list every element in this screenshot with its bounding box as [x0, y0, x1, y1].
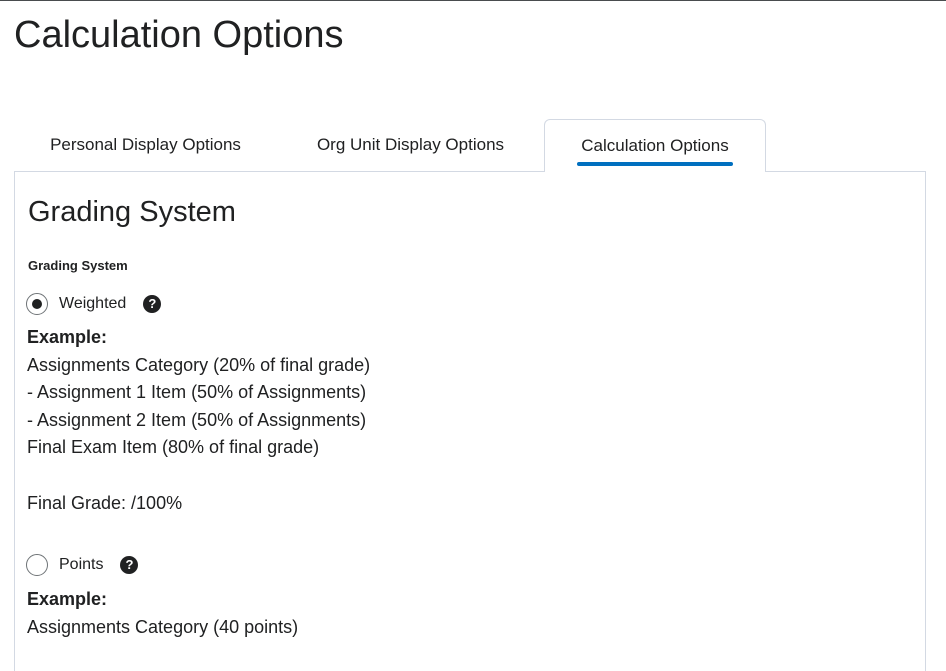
question-circle-icon[interactable]: ?	[143, 295, 162, 313]
question-circle-icon[interactable]: ?	[120, 556, 139, 574]
selected-tab-indicator	[577, 162, 733, 166]
weighted-radio-label[interactable]: Weighted	[59, 295, 126, 313]
grading-system-field-label: Grading System	[28, 258, 128, 273]
tab-label: Org Unit Display Options	[316, 135, 505, 154]
example-title: Example:	[27, 327, 108, 347]
example-line-blank	[27, 462, 370, 490]
example-line: Final Exam Item (80% of final grade)	[27, 437, 320, 458]
example-line: - Assignment 2 Item (50% of Assignments)	[27, 409, 367, 430]
points-option[interactable]: Points ?	[26, 552, 139, 578]
tab-label: Calculation Options	[581, 136, 729, 155]
example-line: Final Grade: /100%	[27, 492, 183, 513]
page-title: Calculation Options	[14, 14, 344, 56]
example-title: Example:	[27, 589, 108, 609]
tab-calculation-options[interactable]: Calculation Options	[544, 119, 766, 172]
tab-label: Personal Display Options	[50, 135, 241, 154]
weighted-option[interactable]: Weighted ?	[26, 291, 162, 317]
tab-list: Personal Display Options Org Unit Displa…	[14, 119, 926, 172]
tab-panel: Grading System Grading System Weighted ?…	[14, 171, 926, 671]
weighted-radio[interactable]	[26, 293, 48, 315]
tab-personal-display-options[interactable]: Personal Display Options	[14, 119, 277, 171]
section-heading: Grading System	[28, 196, 236, 228]
weighted-example: Example: Assignments Category (20% of fi…	[27, 324, 370, 517]
example-line: Assignments Category (20% of final grade…	[27, 354, 371, 375]
example-line: Assignments Category (40 points)	[27, 616, 299, 637]
points-example: Example: Assignments Category (40 points…	[27, 586, 298, 641]
top-divider	[0, 0, 946, 1]
radio-checked-dot	[32, 299, 42, 309]
example-line: - Assignment 1 Item (50% of Assignments)	[27, 382, 367, 403]
points-radio[interactable]	[26, 554, 48, 576]
points-radio-label[interactable]: Points	[59, 556, 103, 574]
tab-org-unit-display-options[interactable]: Org Unit Display Options	[278, 119, 543, 171]
